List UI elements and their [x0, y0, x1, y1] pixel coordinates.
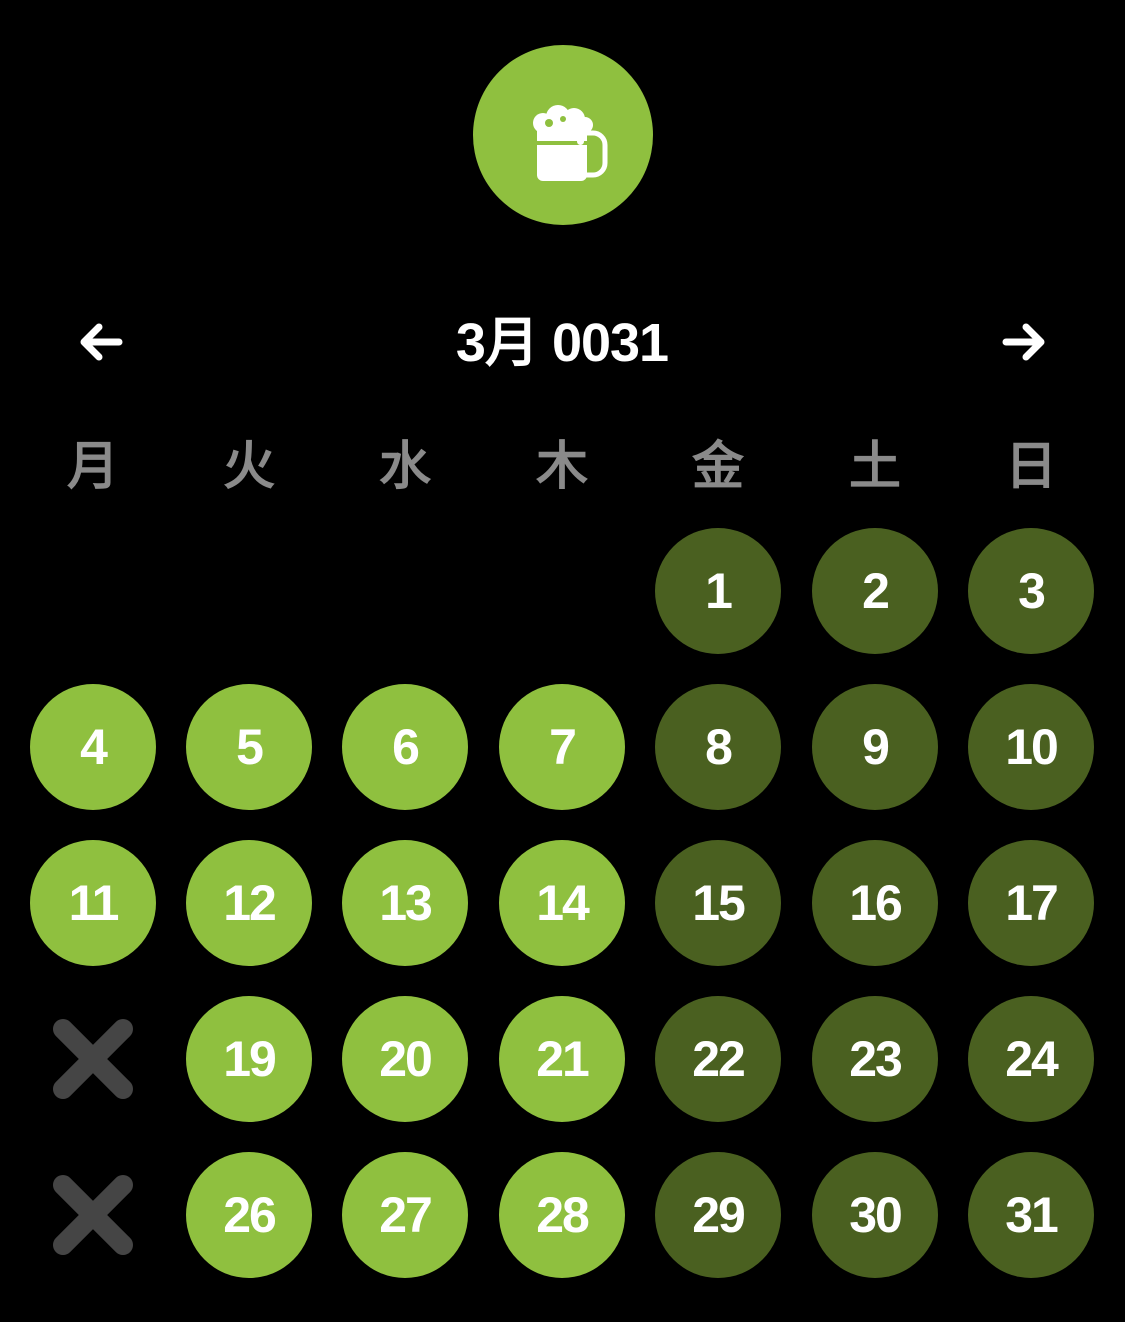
day-number: 6 [392, 719, 420, 775]
day-number: 11 [68, 875, 120, 931]
day-number: 15 [692, 875, 746, 931]
day-number: 22 [692, 1031, 746, 1087]
day-number: 24 [1005, 1031, 1059, 1087]
day-cell[interactable]: 11 [30, 840, 156, 966]
day-number: 8 [705, 719, 733, 775]
day-number: 31 [1005, 1187, 1059, 1243]
day-cell[interactable]: 10 [968, 684, 1094, 810]
day-number: 1 [705, 563, 733, 619]
day-number: 5 [236, 719, 264, 775]
day-number: 7 [549, 719, 577, 775]
x-mark-icon [53, 1175, 133, 1255]
day-cell[interactable]: 12 [186, 840, 312, 966]
day-cell[interactable]: 6 [342, 684, 468, 810]
day-cell[interactable]: 24 [968, 996, 1094, 1122]
calendar-grid: 1 2 3 4 5 6 7 8 9 10 11 12 13 14 15 16 17 19 20 21 22 23 24 26 2… [0, 0, 1125, 1322]
day-number: 19 [223, 1031, 277, 1087]
day-cell[interactable]: 14 [499, 840, 625, 966]
day-cell[interactable]: 22 [655, 996, 781, 1122]
day-number: 30 [849, 1187, 903, 1243]
day-number: 2 [862, 563, 890, 619]
day-cell[interactable]: 29 [655, 1152, 781, 1278]
x-mark-icon [53, 1019, 133, 1099]
day-number: 12 [223, 875, 277, 931]
day-cell[interactable]: 21 [499, 996, 625, 1122]
day-cell[interactable]: 5 [186, 684, 312, 810]
day-cell[interactable]: 2 [812, 528, 938, 654]
day-cell[interactable]: 13 [342, 840, 468, 966]
day-number: 13 [379, 875, 433, 931]
day-cell[interactable]: 31 [968, 1152, 1094, 1278]
day-cell[interactable]: 26 [186, 1152, 312, 1278]
day-cell-skipped[interactable] [30, 996, 156, 1122]
day-cell[interactable]: 17 [968, 840, 1094, 966]
day-cell[interactable]: 19 [186, 996, 312, 1122]
day-cell[interactable]: 15 [655, 840, 781, 966]
day-cell[interactable]: 30 [812, 1152, 938, 1278]
day-cell[interactable]: 28 [499, 1152, 625, 1278]
day-cell[interactable]: 23 [812, 996, 938, 1122]
day-number: 29 [692, 1187, 746, 1243]
day-number: 26 [223, 1187, 277, 1243]
day-cell-skipped[interactable] [30, 1152, 156, 1278]
day-number: 9 [862, 719, 890, 775]
day-number: 27 [379, 1187, 433, 1243]
day-number: 17 [1005, 875, 1059, 931]
day-cell[interactable]: 3 [968, 528, 1094, 654]
day-number: 3 [1018, 563, 1046, 619]
day-number: 23 [849, 1031, 903, 1087]
day-number: 16 [849, 875, 903, 931]
day-cell[interactable]: 27 [342, 1152, 468, 1278]
day-cell[interactable]: 16 [812, 840, 938, 966]
day-number: 21 [536, 1031, 590, 1087]
day-cell[interactable]: 20 [342, 996, 468, 1122]
day-number: 4 [80, 719, 108, 775]
day-cell[interactable]: 8 [655, 684, 781, 810]
day-number: 14 [536, 875, 590, 931]
day-number: 20 [379, 1031, 433, 1087]
day-number: 10 [1005, 719, 1059, 775]
day-cell[interactable]: 4 [30, 684, 156, 810]
day-cell[interactable]: 1 [655, 528, 781, 654]
day-number: 28 [536, 1187, 590, 1243]
day-cell[interactable]: 7 [499, 684, 625, 810]
day-cell[interactable]: 9 [812, 684, 938, 810]
